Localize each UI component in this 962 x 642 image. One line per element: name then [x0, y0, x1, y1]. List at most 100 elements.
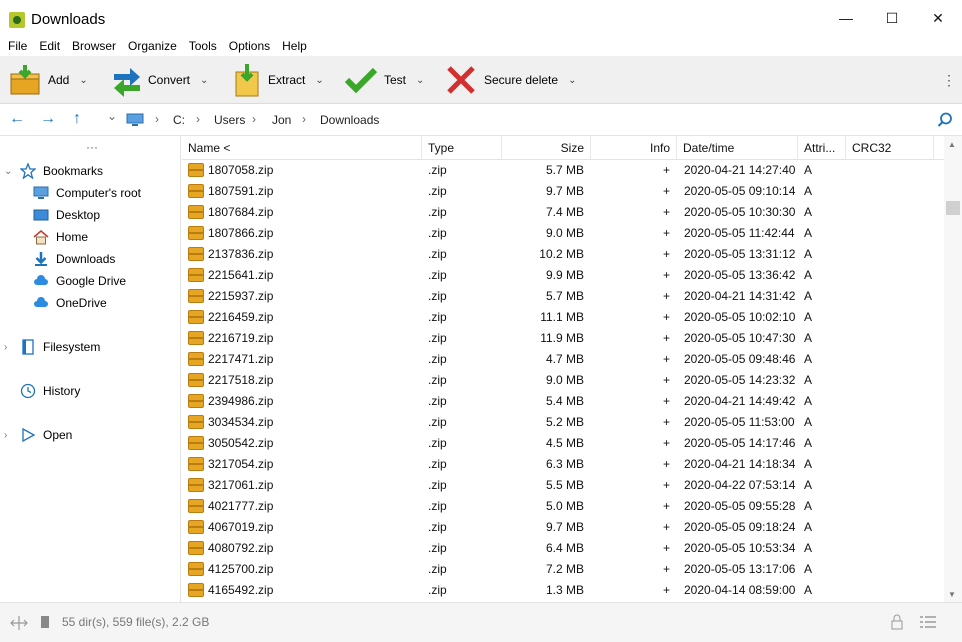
close-button[interactable]: ✕	[915, 0, 961, 36]
archive-icon	[188, 499, 204, 513]
sidebar-item-filesystem[interactable]: › Filesystem	[0, 336, 181, 358]
table-row[interactable]: 2137836.zip .zip 10.2 MB +2020-05-05 13:31:…	[182, 244, 944, 265]
sidebar-item-home[interactable]: Home	[33, 226, 88, 248]
column-header-size[interactable]: Size	[502, 136, 591, 160]
table-row[interactable]: 3217054.zip .zip 6.3 MB +2020-04-21 14:18:3…	[182, 454, 944, 475]
test-check-icon	[344, 63, 378, 97]
collapsed-chevron-icon[interactable]: ›	[4, 342, 7, 353]
column-header-type[interactable]: Type	[422, 136, 502, 160]
table-row[interactable]: 4021777.zip .zip 5.0 MB +2020-05-05 09:55:2…	[182, 496, 944, 517]
table-row[interactable]: 1807684.zip .zip 7.4 MB +2020-05-05 10:30:3…	[182, 202, 944, 223]
table-row[interactable]: 4165492.zip .zip 1.3 MB +2020-04-14 08:59:0…	[182, 580, 944, 601]
archive-icon	[188, 352, 204, 366]
menu-file[interactable]: File	[4, 36, 31, 56]
up-arrow-icon[interactable]: ↑	[73, 110, 81, 128]
breadcrumb-users[interactable]: Users	[214, 113, 245, 127]
sidebar-more-icon[interactable]: ···	[86, 140, 98, 154]
maximize-button[interactable]: ☐	[869, 0, 915, 36]
table-row[interactable]: 1807866.zip .zip 9.0 MB +2020-05-05 11:42:4…	[182, 223, 944, 244]
menu-edit[interactable]: Edit	[35, 36, 64, 56]
column-header-info[interactable]: Info	[591, 136, 677, 160]
scroll-down-icon[interactable]: ▼	[948, 590, 956, 599]
table-row[interactable]: 3217061.zip .zip 5.5 MB +2020-04-22 07:53:1…	[182, 475, 944, 496]
secure-delete-label: Secure delete	[484, 73, 559, 87]
scrollbar-thumb[interactable]	[946, 201, 960, 215]
table-row[interactable]: 2215641.zip .zip 9.9 MB +2020-05-05 13:36:4…	[182, 265, 944, 286]
forward-arrow-icon[interactable]: →	[40, 110, 56, 128]
convert-dropdown-icon[interactable]: ⌄	[200, 75, 208, 86]
archive-icon	[188, 520, 204, 534]
table-row[interactable]: 2217518.zip .zip 9.0 MB +2020-05-05 14:23:3…	[182, 370, 944, 391]
test-button[interactable]: Test ⌄	[344, 60, 424, 100]
file-attributes: A	[804, 205, 813, 219]
sidebar-label: OneDrive	[56, 296, 107, 310]
sidebar-item-desktop[interactable]: Desktop	[33, 204, 100, 226]
table-row[interactable]: 4067019.zip .zip 9.7 MB +2020-05-05 09:18:2…	[182, 517, 944, 538]
file-size: 4.5 MB	[545, 436, 584, 450]
extract-dropdown-icon[interactable]: ⌄	[315, 75, 323, 86]
breadcrumb-jon[interactable]: Jon	[272, 113, 291, 127]
table-row[interactable]: 2216459.zip .zip 11.1 MB +2020-05-05 10:02:…	[182, 307, 944, 328]
lock-icon[interactable]	[891, 614, 903, 630]
menu-tools[interactable]: Tools	[185, 36, 221, 56]
vertical-scrollbar[interactable]: ▲ ▼	[944, 136, 962, 602]
table-row[interactable]: 2394986.zip .zip 5.4 MB +2020-04-21 14:49:4…	[182, 391, 944, 412]
details-view-icon[interactable]	[919, 615, 937, 629]
breadcrumb-downloads[interactable]: Downloads	[320, 113, 379, 127]
expanded-chevron-icon[interactable]: ⌄	[4, 166, 12, 177]
move-arrows-icon[interactable]	[10, 615, 28, 631]
table-row[interactable]: 3034534.zip .zip 5.2 MB +2020-05-05 11:53:0…	[182, 412, 944, 433]
archive-icon	[188, 541, 204, 555]
collapsed-chevron-icon[interactable]: ›	[4, 430, 7, 441]
menu-organize[interactable]: Organize	[124, 36, 181, 56]
column-header-crc32[interactable]: CRC32	[846, 136, 934, 160]
secure-delete-button[interactable]: Secure delete ⌄	[444, 60, 576, 100]
file-attributes: A	[804, 436, 813, 450]
sidebar-item-downloads[interactable]: Downloads	[33, 248, 115, 270]
sidebar-item-google-drive[interactable]: Google Drive	[33, 270, 126, 292]
file-datetime: 2020-05-05 11:42:44	[684, 226, 795, 240]
table-row[interactable]: 2216719.zip .zip 11.9 MB +2020-05-05 10:47:…	[182, 328, 944, 349]
table-row[interactable]: 2217471.zip .zip 4.7 MB +2020-05-05 09:48:4…	[182, 349, 944, 370]
add-dropdown-icon[interactable]: ⌄	[79, 75, 87, 86]
back-arrow-icon[interactable]: ←	[9, 110, 25, 128]
extract-button[interactable]: Extract ⌄	[230, 60, 324, 100]
sidebar-item-computers-root[interactable]: Computer's root	[33, 182, 141, 204]
add-button[interactable]: Add ⌄	[8, 60, 88, 100]
search-icon[interactable]	[937, 112, 953, 128]
sidebar-item-bookmarks[interactable]: ⌄ Bookmarks	[0, 160, 181, 182]
sidebar-label: Desktop	[56, 208, 101, 222]
table-row[interactable]: 2215937.zip .zip 5.7 MB +2020-04-21 14:31:4…	[182, 286, 944, 307]
sidebar-item-history[interactable]: History	[0, 380, 181, 402]
column-header-datetime[interactable]: Date/time	[677, 136, 798, 160]
column-header-name[interactable]: Name <	[182, 136, 422, 160]
minimize-button[interactable]: —	[823, 0, 869, 36]
file-attributes: A	[804, 184, 813, 198]
history-dropdown-icon[interactable]: ⌄	[107, 109, 117, 123]
archive-icon	[188, 268, 204, 282]
sidebar-item-open[interactable]: › Open	[0, 424, 181, 446]
column-header-attributes[interactable]: Attri...	[798, 136, 846, 160]
test-dropdown-icon[interactable]: ⌄	[416, 75, 424, 86]
menu-browser[interactable]: Browser	[68, 36, 120, 56]
archive-icon	[188, 310, 204, 324]
file-attributes: A	[804, 541, 813, 555]
table-row[interactable]: 4080792.zip .zip 6.4 MB +2020-05-05 10:53:3…	[182, 538, 944, 559]
breadcrumb-c-drive[interactable]: C:	[173, 113, 185, 127]
file-attributes: A	[804, 520, 813, 534]
toolbar-more-icon[interactable]: ⋮	[942, 72, 956, 89]
menu-help[interactable]: Help	[278, 36, 311, 56]
secure-delete-dropdown-icon[interactable]: ⌄	[568, 75, 576, 86]
computer-icon[interactable]	[126, 113, 144, 127]
convert-button[interactable]: Convert ⌄	[110, 60, 208, 100]
table-row[interactable]: 1807591.zip .zip 9.7 MB +2020-05-05 09:10:1…	[182, 181, 944, 202]
table-row[interactable]: 4125700.zip .zip 7.2 MB +2020-05-05 13:17:0…	[182, 559, 944, 580]
table-row[interactable]: 1807058.zip .zip 5.7 MB +2020-04-21 14:27:4…	[182, 160, 944, 181]
scroll-up-icon[interactable]: ▲	[948, 140, 956, 149]
sidebar-item-onedrive[interactable]: OneDrive	[33, 292, 107, 314]
table-row[interactable]: 3050542.zip .zip 4.5 MB +2020-05-05 14:17:4…	[182, 433, 944, 454]
archive-icon	[188, 373, 204, 387]
file-name: 3217061.zip	[208, 478, 274, 492]
menu-options[interactable]: Options	[225, 36, 274, 56]
file-datetime: 2020-05-05 10:02:10	[684, 310, 796, 324]
